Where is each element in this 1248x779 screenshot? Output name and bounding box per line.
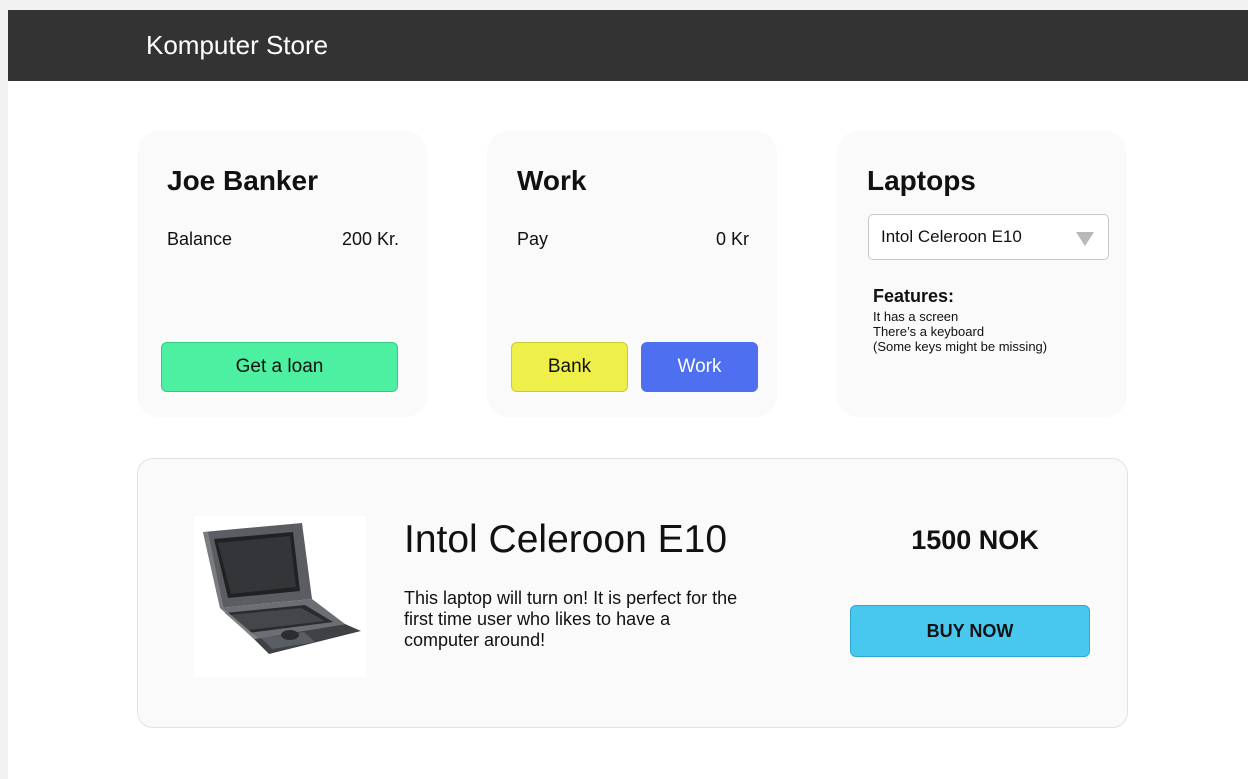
- product-description: This laptop will turn on! It is perfect …: [404, 588, 738, 650]
- laptop-select[interactable]: Intol Celeroon E10: [868, 214, 1109, 260]
- bank-button[interactable]: Bank: [511, 342, 628, 392]
- product-price: 1500 NOK: [911, 525, 1039, 555]
- work-button[interactable]: Work: [641, 342, 758, 392]
- buy-now-button[interactable]: BUY NOW: [850, 605, 1090, 657]
- product-name: Intol Celeroon E10: [404, 518, 728, 561]
- bank-card-title: Joe Banker: [167, 165, 318, 196]
- pay-label: Pay: [517, 229, 549, 249]
- pay-value: 0 Kr: [715, 229, 749, 249]
- brand-title: Komputer Store: [146, 30, 329, 60]
- features-title: Features:: [873, 286, 955, 306]
- laptops-card: Laptops Intol Celeroon E10 Features: It …: [837, 131, 1127, 417]
- laptop-select-value: Intol Celeroon E10: [881, 227, 1022, 246]
- work-card-title: Work: [517, 165, 587, 196]
- feature-item: There’s a keyboard: [873, 324, 985, 339]
- feature-item: (Some keys might be missing): [873, 339, 1048, 354]
- features-list: It has a screen There’s a keyboard (Some…: [873, 309, 1047, 354]
- laptop-image: [194, 516, 366, 677]
- balance-value: 200 Kr.: [341, 229, 399, 249]
- balance-label: Balance: [167, 229, 233, 249]
- app-window: Komputer Store Joe Banker Balance 200 Kr…: [8, 10, 1248, 779]
- get-loan-button[interactable]: Get a loan: [161, 342, 398, 392]
- top-bar: Komputer Store: [8, 10, 1248, 81]
- laptops-card-title: Laptops: [867, 165, 976, 196]
- feature-item: It has a screen: [873, 309, 959, 324]
- bank-card: Joe Banker Balance 200 Kr. Get a loan: [137, 131, 427, 417]
- chevron-down-icon: [1076, 232, 1094, 246]
- work-card: Work Pay 0 Kr Bank Work: [487, 131, 777, 417]
- product-panel: Intol Celeroon E10 This laptop will turn…: [137, 458, 1128, 728]
